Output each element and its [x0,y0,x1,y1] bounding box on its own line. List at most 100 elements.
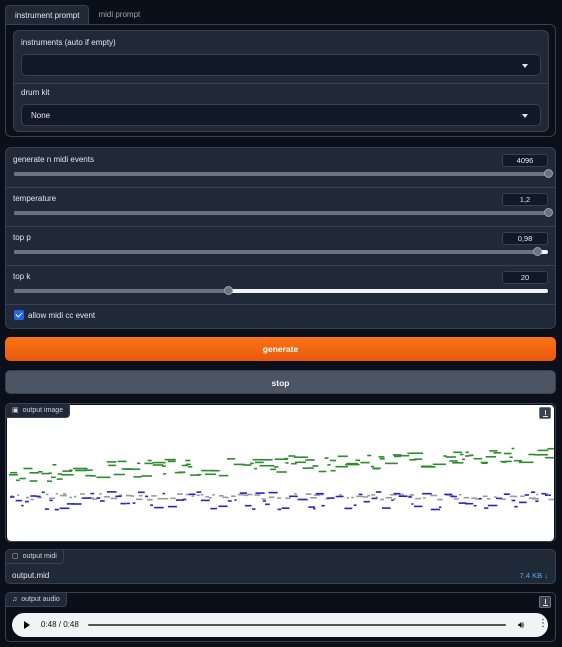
piano-roll-note [132,502,136,504]
play-icon[interactable] [24,621,30,629]
piano-roll-note [473,504,477,507]
piano-roll-note [347,497,349,499]
piano-roll-note [200,493,204,496]
n-events-input[interactable]: 4096 [502,154,548,167]
piano-roll-note [200,499,210,502]
piano-roll-note [131,495,135,497]
piano-roll-note [362,496,369,498]
piano-roll-note [411,503,414,505]
more-options-icon[interactable]: ⋮ [538,618,548,629]
piano-roll-note [520,495,525,498]
piano-roll-note [376,491,382,493]
piano-roll-note [239,492,247,494]
piano-roll-note [164,458,170,461]
piano-roll-note [360,461,370,464]
allow-cc-label[interactable]: allow midi cc event [28,311,95,320]
piano-roll-note [393,492,401,495]
instruments-dropdown[interactable] [21,54,541,76]
download-icon[interactable] [539,407,551,419]
piano-roll-note [276,471,287,473]
piano-roll-note [84,469,93,471]
slider-thumb[interactable] [544,208,553,217]
piano-roll-note [399,454,410,457]
piano-roll-note [9,474,18,476]
temperature-slider[interactable] [14,208,553,217]
n-events-slider[interactable] [14,169,553,178]
piano-roll-note [72,503,82,505]
piano-roll-note [106,491,117,493]
piano-roll-note [41,491,45,494]
piano-roll-note [518,461,534,464]
midi-filename: output.mid [12,571,50,580]
top-p-input[interactable]: 0,98 [502,232,548,245]
tab-instrument-prompt[interactable]: instrument prompt [5,5,90,25]
piano-roll-svg [9,447,556,511]
piano-roll-note [335,495,344,498]
piano-roll-note [391,499,394,501]
piano-roll-note [503,493,510,495]
drum-kit-dropdown[interactable]: None [21,104,541,126]
piano-roll-note [409,494,415,496]
stop-button[interactable]: stop [5,370,556,394]
slider-thumb[interactable] [223,286,233,295]
top-k-input[interactable]: 20 [502,271,548,284]
piano-roll-note [353,504,357,506]
piano-roll-note [30,498,34,501]
piano-roll-note [188,466,193,468]
piano-roll-note [96,497,101,499]
piano-roll-note [185,463,191,466]
piano-roll-note [196,494,200,497]
piano-roll-note [96,476,111,479]
piano-roll-note [478,497,482,500]
piano-roll-note [305,493,312,495]
slider-row-top-p: top p 0,98 [6,226,555,265]
top-k-label: top k [13,272,31,281]
slider-thumb[interactable] [533,247,543,256]
piano-roll-note [514,495,518,498]
piano-roll-note [482,495,488,498]
piano-roll-note [358,493,363,496]
generate-button[interactable]: generate [5,337,556,361]
piano-roll-note [26,496,30,499]
piano-roll-note [99,493,102,495]
piano-roll-note [408,496,412,498]
piano-roll-note [73,467,88,470]
piano-roll-note [259,464,274,467]
piano-roll-note [205,473,217,476]
top-k-slider[interactable] [14,286,548,295]
output-audio-block: ♫ output audio 0:48 / 0:48 🔊︎ ⋮ [5,592,556,642]
piano-roll-note [454,498,459,500]
image-icon: ▣ [12,407,19,414]
piano-roll-note [113,473,125,476]
piano-roll-note [485,456,497,458]
tab-midi-prompt[interactable]: midi prompt [89,5,149,25]
piano-roll-note [371,497,378,500]
piano-roll-note [351,496,354,499]
file-icon: ▢ [12,553,19,560]
piano-roll-note [548,494,551,496]
piano-roll-note [59,507,70,510]
piano-roll-note [38,471,43,473]
piano-roll-note [329,459,337,462]
instrument-settings-group: instruments (auto if empty) drum kit Non… [13,30,549,132]
piano-roll-note [379,458,385,460]
piano-roll-note [285,462,289,464]
piano-roll-note [535,500,539,502]
slider-thumb[interactable] [544,169,553,178]
piano-roll-note [339,494,342,496]
allow-cc-checkbox[interactable] [14,310,24,320]
temperature-input[interactable]: 1,2 [502,193,548,206]
piano-roll-note [385,462,398,465]
download-icon[interactable] [539,596,551,608]
piano-roll-note [445,456,457,458]
piano-roll-note [532,498,539,500]
midi-download-link[interactable]: 7.4 KB ↓ [520,571,548,580]
piano-roll-note [117,460,127,463]
top-p-slider[interactable] [14,247,548,256]
volume-icon[interactable]: 🔊︎ [518,620,524,631]
piano-roll-note [547,447,556,450]
temperature-label: temperature [13,194,57,203]
audio-progress-bar[interactable] [88,624,506,626]
piano-roll-note [126,502,130,505]
piano-roll-note [484,507,489,509]
